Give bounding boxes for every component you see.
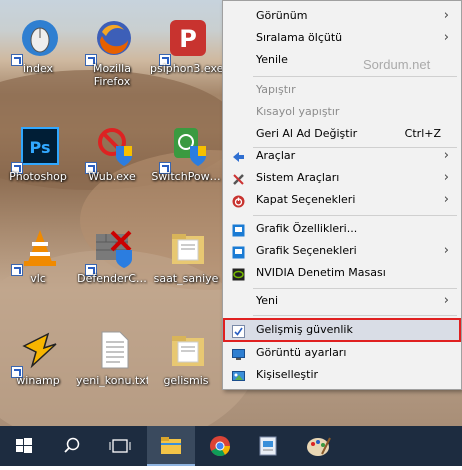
checkmark-icon <box>232 324 245 338</box>
desktop[interactable]: index Mozilla Firefox P psiphon3.exe Ps … <box>0 0 462 426</box>
desktop-icon-photoshop[interactable]: Ps Photoshop <box>2 126 74 190</box>
icon-label: winamp <box>16 374 60 387</box>
nvidia-icon <box>232 267 245 281</box>
intel-graphics-icon <box>232 245 245 259</box>
menu-separator <box>253 76 457 77</box>
search-button[interactable] <box>48 426 96 466</box>
switch-icon <box>168 126 208 166</box>
menu-separator <box>253 315 457 316</box>
menu-item-geri-al[interactable]: Geri Al Ad Değiştir Ctrl+Z <box>223 123 461 145</box>
mouse-icon <box>20 18 60 58</box>
menu-item-grafik-ozellikleri[interactable]: Grafik Özellikleri... <box>223 218 461 240</box>
icon-label: Mozilla Firefox <box>93 62 131 88</box>
icon-label: saat_saniye <box>153 272 219 285</box>
menu-item-kisayol-yapistir[interactable]: Kısayol yapıştır <box>223 101 461 123</box>
desktop-icon-wub[interactable]: Wub.exe <box>76 126 148 190</box>
desktop-icon-psiphon3[interactable]: P psiphon3.exe <box>150 18 222 82</box>
file-explorer-icon <box>161 437 181 454</box>
menu-item-goruntu-ayarlari[interactable]: Görüntü ayarları <box>223 342 461 364</box>
menu-item-yeni[interactable]: Yeni › <box>223 290 461 312</box>
chevron-right-icon: › <box>443 30 449 45</box>
wrench-icon <box>232 172 245 185</box>
menu-item-kapat-secenekleri[interactable]: Kapat Seçenekleri › <box>223 189 461 211</box>
svg-text:Ps: Ps <box>30 138 51 157</box>
taskbar-chrome[interactable] <box>196 426 244 466</box>
menu-item-yapistir[interactable]: Yapıştır <box>223 79 461 101</box>
taskbar-app[interactable] <box>244 426 292 466</box>
windows-logo-icon <box>16 438 32 453</box>
chevron-right-icon: › <box>443 243 449 258</box>
desktop-icon-saat-saniye[interactable]: saat_saniye <box>150 228 222 292</box>
chevron-right-icon: › <box>443 8 449 23</box>
shield-icon <box>94 126 134 166</box>
icon-label: SwitchPow… <box>151 170 221 183</box>
winamp-icon <box>20 330 60 370</box>
taskbar-file-explorer[interactable] <box>147 426 195 466</box>
desktop-context-menu: Sordum.net Görünüm › Sıralama ölçütü › Y… <box>222 0 462 390</box>
menu-item-sistem-araclari[interactable]: Sistem Araçları › <box>223 167 461 189</box>
firefox-icon <box>94 18 134 58</box>
start-button[interactable] <box>0 426 48 466</box>
menu-item-grafik-secenekleri[interactable]: Grafik Seçenekleri › <box>223 240 461 262</box>
desktop-icon-firefox[interactable]: Mozilla Firefox <box>76 18 148 98</box>
icon-label: DefenderC… <box>77 272 147 285</box>
personalize-icon <box>232 369 245 382</box>
desktop-icon-gelismis[interactable]: gelismis <box>150 330 222 394</box>
text-file-icon <box>94 330 134 370</box>
folder-icon <box>168 330 208 370</box>
vlc-cone-icon <box>20 228 60 268</box>
desktop-icon-yeni-konu[interactable]: yeni_konu.txt <box>76 330 148 394</box>
icon-label: vlc <box>30 272 46 285</box>
taskbar-paint[interactable] <box>294 426 342 466</box>
intel-graphics-icon <box>232 223 245 237</box>
chevron-right-icon: › <box>443 170 449 185</box>
folder-icon <box>168 228 208 268</box>
desktop-icon-switchpower[interactable]: SwitchPow… <box>150 126 222 190</box>
menu-item-nvidia[interactable]: NVIDIA Denetim Masası <box>223 262 461 284</box>
chevron-right-icon: › <box>443 148 449 163</box>
desktop-icon-winamp[interactable]: winamp <box>2 330 74 394</box>
chevron-right-icon: › <box>443 293 449 308</box>
menu-item-yenile[interactable]: Yenile <box>223 49 461 71</box>
icon-label: yeni_konu.txt <box>76 374 148 387</box>
power-icon <box>232 194 245 208</box>
chevron-right-icon: › <box>443 192 449 207</box>
display-icon <box>232 347 245 360</box>
taskbar <box>0 426 462 466</box>
menu-item-araclar[interactable]: Araçlar › <box>223 145 461 167</box>
psiphon-icon: P <box>168 18 208 58</box>
shortcut-text: Ctrl+Z <box>404 127 441 140</box>
desktop-icon-vlc[interactable]: vlc <box>2 228 74 292</box>
menu-separator <box>253 288 457 289</box>
icon-label: psiphon3.exe <box>150 62 222 75</box>
desktop-icon-defenderc[interactable]: DefenderC… <box>76 228 148 292</box>
icon-label: gelismis <box>163 374 209 387</box>
task-view-button[interactable] <box>96 426 144 466</box>
icon-label: Photoshop <box>9 170 67 183</box>
icon-label: index <box>22 62 54 75</box>
menu-item-kisisellestir[interactable]: Kişiselleştir <box>223 364 461 386</box>
menu-item-gelismis-guvenlik[interactable]: Gelişmiş güvenlik <box>223 319 461 341</box>
tools-icon <box>232 150 245 163</box>
task-view-icon <box>109 439 131 453</box>
menu-item-siralama-olcutu[interactable]: Sıralama ölçütü › <box>223 27 461 49</box>
app-icon <box>259 436 277 456</box>
photoshop-icon: Ps <box>20 126 60 166</box>
chrome-icon <box>210 436 231 457</box>
svg-text:P: P <box>179 25 197 53</box>
menu-separator <box>253 215 457 216</box>
icon-label: Wub.exe <box>88 170 136 183</box>
paint-icon <box>307 437 331 456</box>
menu-item-gorunum[interactable]: Görünüm › <box>223 5 461 27</box>
desktop-icon-index[interactable]: index <box>2 18 74 82</box>
search-icon <box>64 437 80 453</box>
brick-wall-icon <box>94 228 134 268</box>
